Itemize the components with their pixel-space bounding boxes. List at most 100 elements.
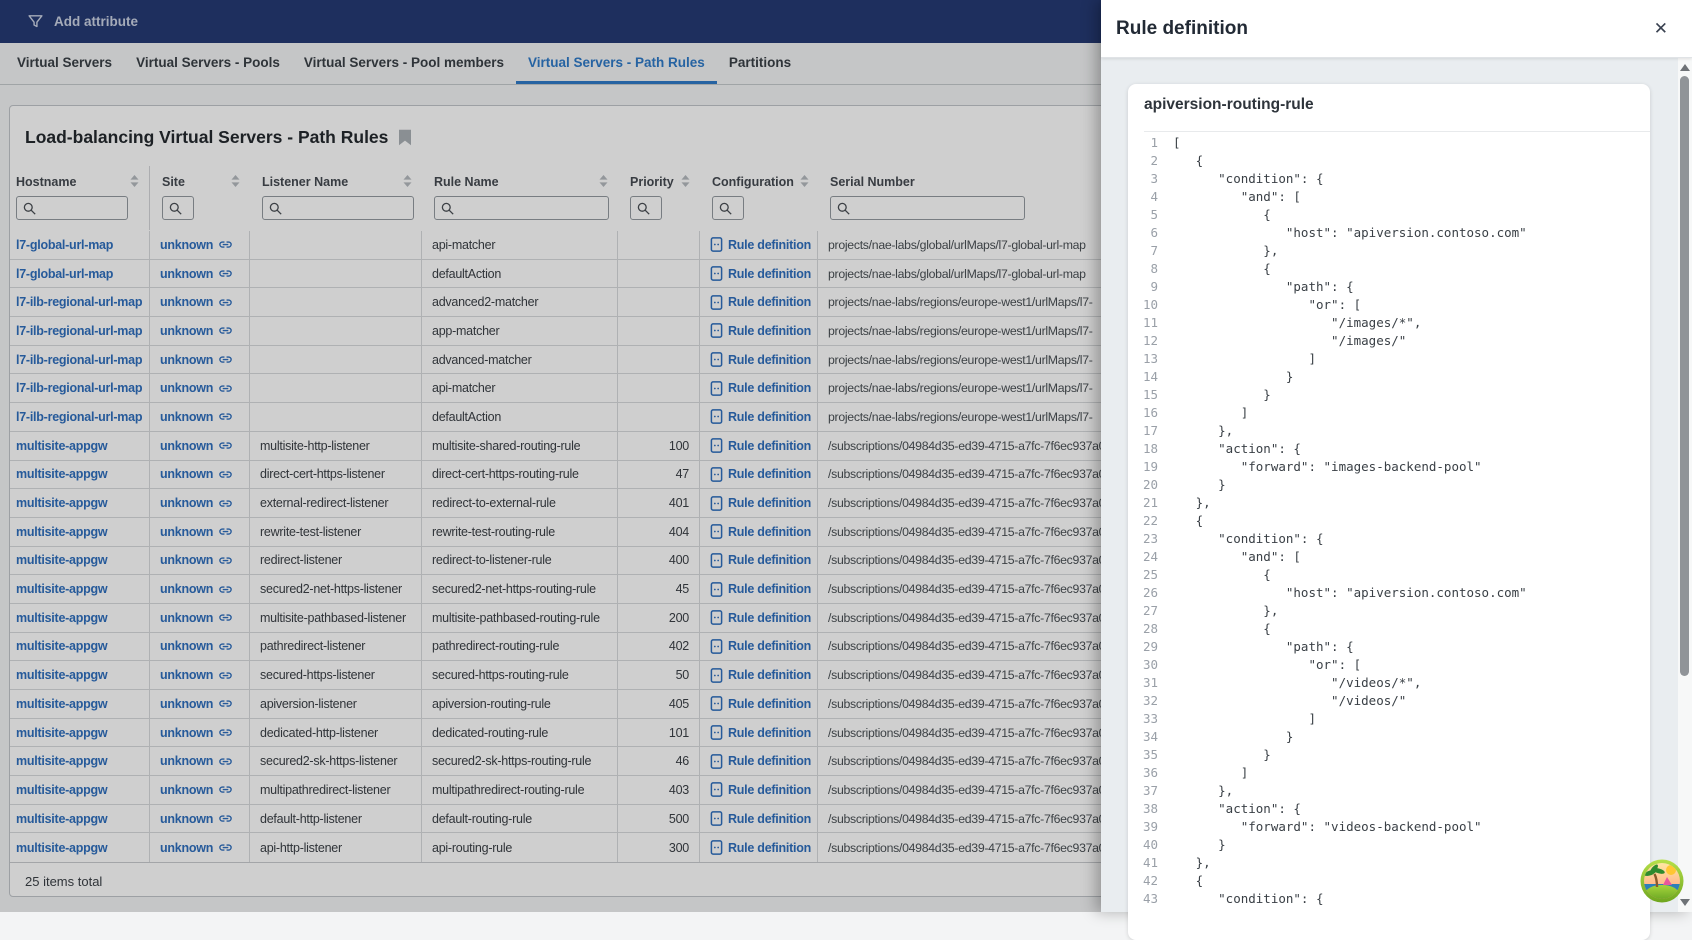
line-number: 21 bbox=[1136, 494, 1158, 512]
line-content: { bbox=[1173, 872, 1203, 890]
line-content: "or": [ bbox=[1173, 296, 1361, 314]
rule-json-card: apiversion-routing-rule 1 [ 2 { 3 "condi… bbox=[1128, 84, 1650, 940]
line-number: 35 bbox=[1136, 746, 1158, 764]
json-code-block: 1 [ 2 { 3 "condition": { 4 "and": [ 5 { … bbox=[1136, 134, 1650, 908]
drawer-scrollbar[interactable] bbox=[1678, 58, 1692, 912]
code-line: 31 "/videos/*", bbox=[1136, 674, 1650, 692]
line-number: 13 bbox=[1136, 350, 1158, 368]
code-line: 27 }, bbox=[1136, 602, 1650, 620]
line-number: 23 bbox=[1136, 530, 1158, 548]
code-line: 19 "forward": "images-backend-pool" bbox=[1136, 458, 1650, 476]
code-line: 16 ] bbox=[1136, 404, 1650, 422]
line-number: 14 bbox=[1136, 368, 1158, 386]
line-content: } bbox=[1173, 746, 1271, 764]
line-number: 32 bbox=[1136, 692, 1158, 710]
line-content: "forward": "videos-backend-pool" bbox=[1173, 818, 1482, 836]
code-line: 37 }, bbox=[1136, 782, 1650, 800]
line-content: { bbox=[1173, 260, 1271, 278]
code-line: 14 } bbox=[1136, 368, 1650, 386]
line-number: 18 bbox=[1136, 440, 1158, 458]
line-content: }, bbox=[1173, 494, 1211, 512]
line-content: "host": "apiversion.contoso.com" bbox=[1173, 224, 1527, 242]
line-content: "and": [ bbox=[1173, 188, 1301, 206]
line-number: 40 bbox=[1136, 836, 1158, 854]
code-line: 2 { bbox=[1136, 152, 1650, 170]
line-number: 30 bbox=[1136, 656, 1158, 674]
line-number: 42 bbox=[1136, 872, 1158, 890]
line-number: 22 bbox=[1136, 512, 1158, 530]
code-line: 13 ] bbox=[1136, 350, 1650, 368]
line-content: } bbox=[1173, 476, 1226, 494]
line-number: 28 bbox=[1136, 620, 1158, 638]
code-line: 26 "host": "apiversion.contoso.com" bbox=[1136, 584, 1650, 602]
code-line: 34 } bbox=[1136, 728, 1650, 746]
line-number: 6 bbox=[1136, 224, 1158, 242]
line-number: 25 bbox=[1136, 566, 1158, 584]
line-number: 34 bbox=[1136, 728, 1158, 746]
line-number: 16 bbox=[1136, 404, 1158, 422]
code-line: 39 "forward": "videos-backend-pool" bbox=[1136, 818, 1650, 836]
line-content: "path": { bbox=[1173, 278, 1354, 296]
line-number: 11 bbox=[1136, 314, 1158, 332]
code-line: 22 { bbox=[1136, 512, 1650, 530]
line-content: "forward": "images-backend-pool" bbox=[1173, 458, 1482, 476]
line-number: 37 bbox=[1136, 782, 1158, 800]
code-line: 40 } bbox=[1136, 836, 1650, 854]
code-line: 29 "path": { bbox=[1136, 638, 1650, 656]
line-number: 10 bbox=[1136, 296, 1158, 314]
code-line: 25 { bbox=[1136, 566, 1650, 584]
code-line: 18 "action": { bbox=[1136, 440, 1650, 458]
line-content: "/images/" bbox=[1173, 332, 1406, 350]
code-line: 10 "or": [ bbox=[1136, 296, 1650, 314]
line-content: "or": [ bbox=[1173, 656, 1361, 674]
line-content: "and": [ bbox=[1173, 548, 1301, 566]
line-content: ] bbox=[1173, 404, 1248, 422]
line-number: 12 bbox=[1136, 332, 1158, 350]
line-number: 26 bbox=[1136, 584, 1158, 602]
line-number: 33 bbox=[1136, 710, 1158, 728]
line-number: 4 bbox=[1136, 188, 1158, 206]
code-line: 12 "/images/" bbox=[1136, 332, 1650, 350]
code-line: 43 "condition": { bbox=[1136, 890, 1650, 908]
line-content: "condition": { bbox=[1173, 170, 1324, 188]
line-content: "/videos/" bbox=[1173, 692, 1406, 710]
line-number: 2 bbox=[1136, 152, 1158, 170]
line-number: 7 bbox=[1136, 242, 1158, 260]
code-line: 8 { bbox=[1136, 260, 1650, 278]
code-line: 23 "condition": { bbox=[1136, 530, 1650, 548]
line-content: ] bbox=[1173, 764, 1248, 782]
code-line: 30 "or": [ bbox=[1136, 656, 1650, 674]
line-content: "action": { bbox=[1173, 440, 1301, 458]
code-line: 36 ] bbox=[1136, 764, 1650, 782]
island-badge-icon[interactable] bbox=[1640, 859, 1684, 903]
line-number: 39 bbox=[1136, 818, 1158, 836]
code-line: 4 "and": [ bbox=[1136, 188, 1650, 206]
scroll-up-arrow-icon[interactable] bbox=[1680, 64, 1690, 71]
close-icon[interactable]: ✕ bbox=[1650, 16, 1672, 41]
line-number: 3 bbox=[1136, 170, 1158, 188]
line-number: 9 bbox=[1136, 278, 1158, 296]
scrollbar-thumb[interactable] bbox=[1680, 76, 1689, 676]
line-content: [ bbox=[1173, 134, 1181, 152]
line-number: 43 bbox=[1136, 890, 1158, 908]
line-content: ] bbox=[1173, 710, 1316, 728]
line-content: { bbox=[1173, 152, 1203, 170]
code-line: 21 }, bbox=[1136, 494, 1650, 512]
code-line: 35 } bbox=[1136, 746, 1650, 764]
line-content: { bbox=[1173, 620, 1271, 638]
code-line: 20 } bbox=[1136, 476, 1650, 494]
line-content: "action": { bbox=[1173, 800, 1301, 818]
code-line: 3 "condition": { bbox=[1136, 170, 1650, 188]
line-content: "path": { bbox=[1173, 638, 1354, 656]
app-window: Add attribute Virtual ServersVirtual Ser… bbox=[0, 0, 1692, 912]
line-number: 29 bbox=[1136, 638, 1158, 656]
line-number: 38 bbox=[1136, 800, 1158, 818]
code-line: 24 "and": [ bbox=[1136, 548, 1650, 566]
rule-definition-drawer: Rule definition ✕ apiversion-routing-rul… bbox=[1101, 0, 1692, 912]
line-content: ] bbox=[1173, 350, 1316, 368]
line-number: 27 bbox=[1136, 602, 1158, 620]
line-content: }, bbox=[1173, 242, 1278, 260]
rule-name-title: apiversion-routing-rule bbox=[1144, 96, 1650, 132]
line-number: 19 bbox=[1136, 458, 1158, 476]
line-content: } bbox=[1173, 386, 1271, 404]
